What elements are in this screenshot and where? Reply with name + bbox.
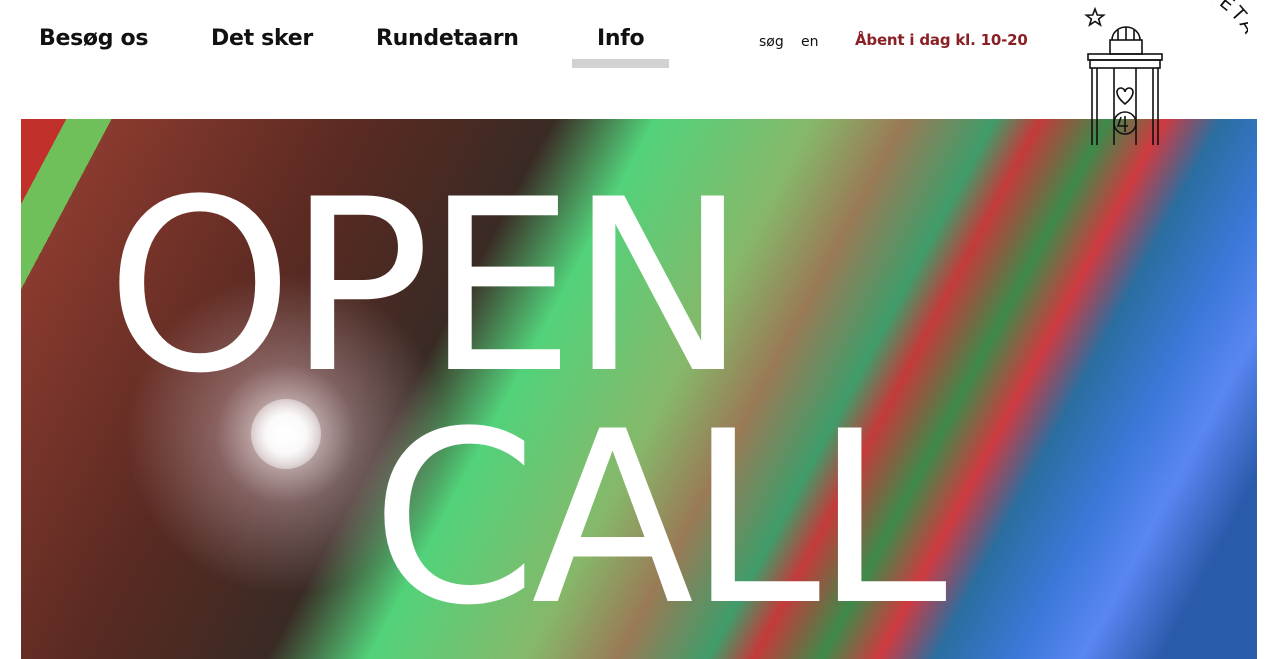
language-switch[interactable]: en	[801, 34, 819, 50]
search-link[interactable]: søg	[759, 34, 784, 50]
nav-item-det-sker[interactable]: Det sker	[211, 26, 313, 51]
hero-title-line1: OPEN	[106, 149, 747, 426]
logo-text: RUNDETAARN	[1151, 0, 1270, 86]
hero-title-line2: CALL	[371, 381, 947, 658]
opening-hours: Åbent i dag kl. 10-20	[855, 31, 1028, 49]
hero-banner[interactable]: OPEN CALL	[21, 119, 1257, 659]
nav-item-besog-os[interactable]: Besøg os	[39, 26, 148, 51]
tower-icon: RUNDETAARN	[1084, 0, 1270, 145]
nav-item-info[interactable]: Info	[571, 26, 670, 68]
star-icon	[1084, 6, 1106, 27]
rundetaarn-logo[interactable]: RUNDETAARN	[1078, 0, 1270, 175]
svg-text:RUNDETAARN: RUNDETAARN	[1151, 0, 1248, 86]
nav-item-rundetaarn[interactable]: Rundetaarn	[376, 26, 519, 51]
